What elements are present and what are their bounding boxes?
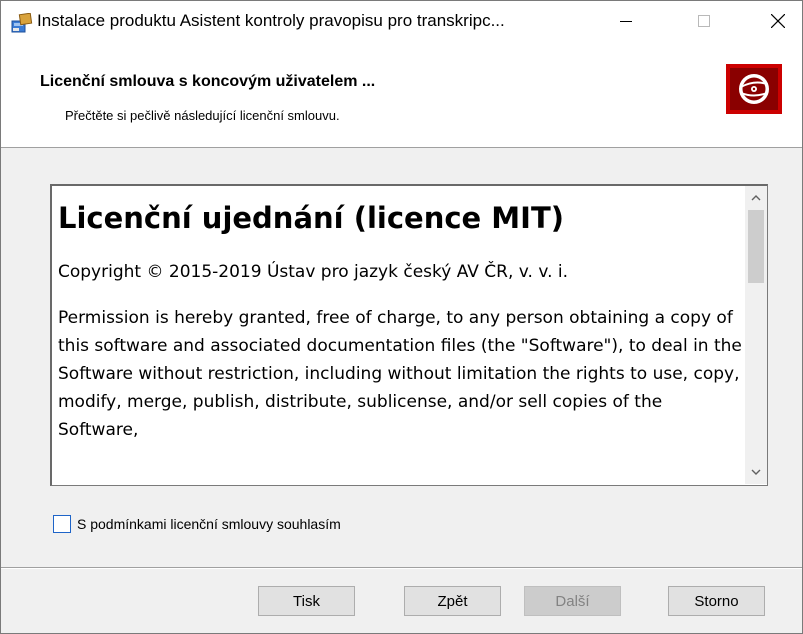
close-icon bbox=[771, 14, 785, 28]
license-heading: Licenční ujednání (licence MIT) bbox=[58, 201, 564, 235]
installer-package-icon bbox=[11, 12, 33, 33]
next-button[interactable]: Další bbox=[524, 586, 621, 616]
scroll-thumb[interactable] bbox=[748, 210, 764, 283]
installer-window: Instalace produktu Asistent kontroly pra… bbox=[0, 0, 803, 634]
chevron-down-icon bbox=[751, 469, 761, 475]
scroll-up-button[interactable] bbox=[745, 186, 767, 210]
license-text-box[interactable]: Licenční ujednání (licence MIT) Copyrigh… bbox=[50, 184, 768, 486]
minimize-icon bbox=[620, 21, 632, 22]
window-title: Instalace produktu Asistent kontroly pra… bbox=[37, 11, 505, 30]
logo-frame bbox=[730, 68, 778, 110]
close-button[interactable] bbox=[755, 1, 801, 41]
page-subtitle: Přečtěte si pečlivě následující licenční… bbox=[65, 108, 340, 123]
agree-row[interactable]: S podmínkami licenční smlouvy souhlasím bbox=[53, 513, 341, 535]
license-scrollbar[interactable] bbox=[745, 186, 767, 484]
disc-icon bbox=[739, 74, 769, 104]
cancel-button[interactable]: Storno bbox=[668, 586, 765, 616]
scroll-down-button[interactable] bbox=[745, 460, 767, 484]
title-bar[interactable]: Instalace produktu Asistent kontroly pra… bbox=[1, 1, 802, 41]
license-copyright: Copyright © 2015-2019 Ústav pro jazyk če… bbox=[58, 262, 569, 282]
chevron-up-icon bbox=[751, 195, 761, 201]
agree-checkbox[interactable] bbox=[53, 515, 71, 533]
maximize-icon bbox=[698, 15, 710, 27]
maximize-button[interactable] bbox=[681, 1, 727, 41]
dialog-header: Licenční smlouva s koncovým uživatelem .… bbox=[1, 41, 802, 148]
agree-label[interactable]: S podmínkami licenční smlouvy souhlasím bbox=[77, 516, 341, 532]
footer-divider bbox=[1, 567, 802, 569]
print-button[interactable]: Tisk bbox=[258, 586, 355, 616]
back-button[interactable]: Zpět bbox=[404, 586, 501, 616]
disc-logo-icon bbox=[726, 64, 782, 114]
license-content: Licenční ujednání (licence MIT) Copyrigh… bbox=[58, 198, 746, 444]
page-title: Licenční smlouva s koncovým uživatelem .… bbox=[40, 73, 376, 90]
minimize-button[interactable] bbox=[603, 1, 649, 41]
license-body: Permission is hereby granted, free of ch… bbox=[58, 308, 742, 440]
